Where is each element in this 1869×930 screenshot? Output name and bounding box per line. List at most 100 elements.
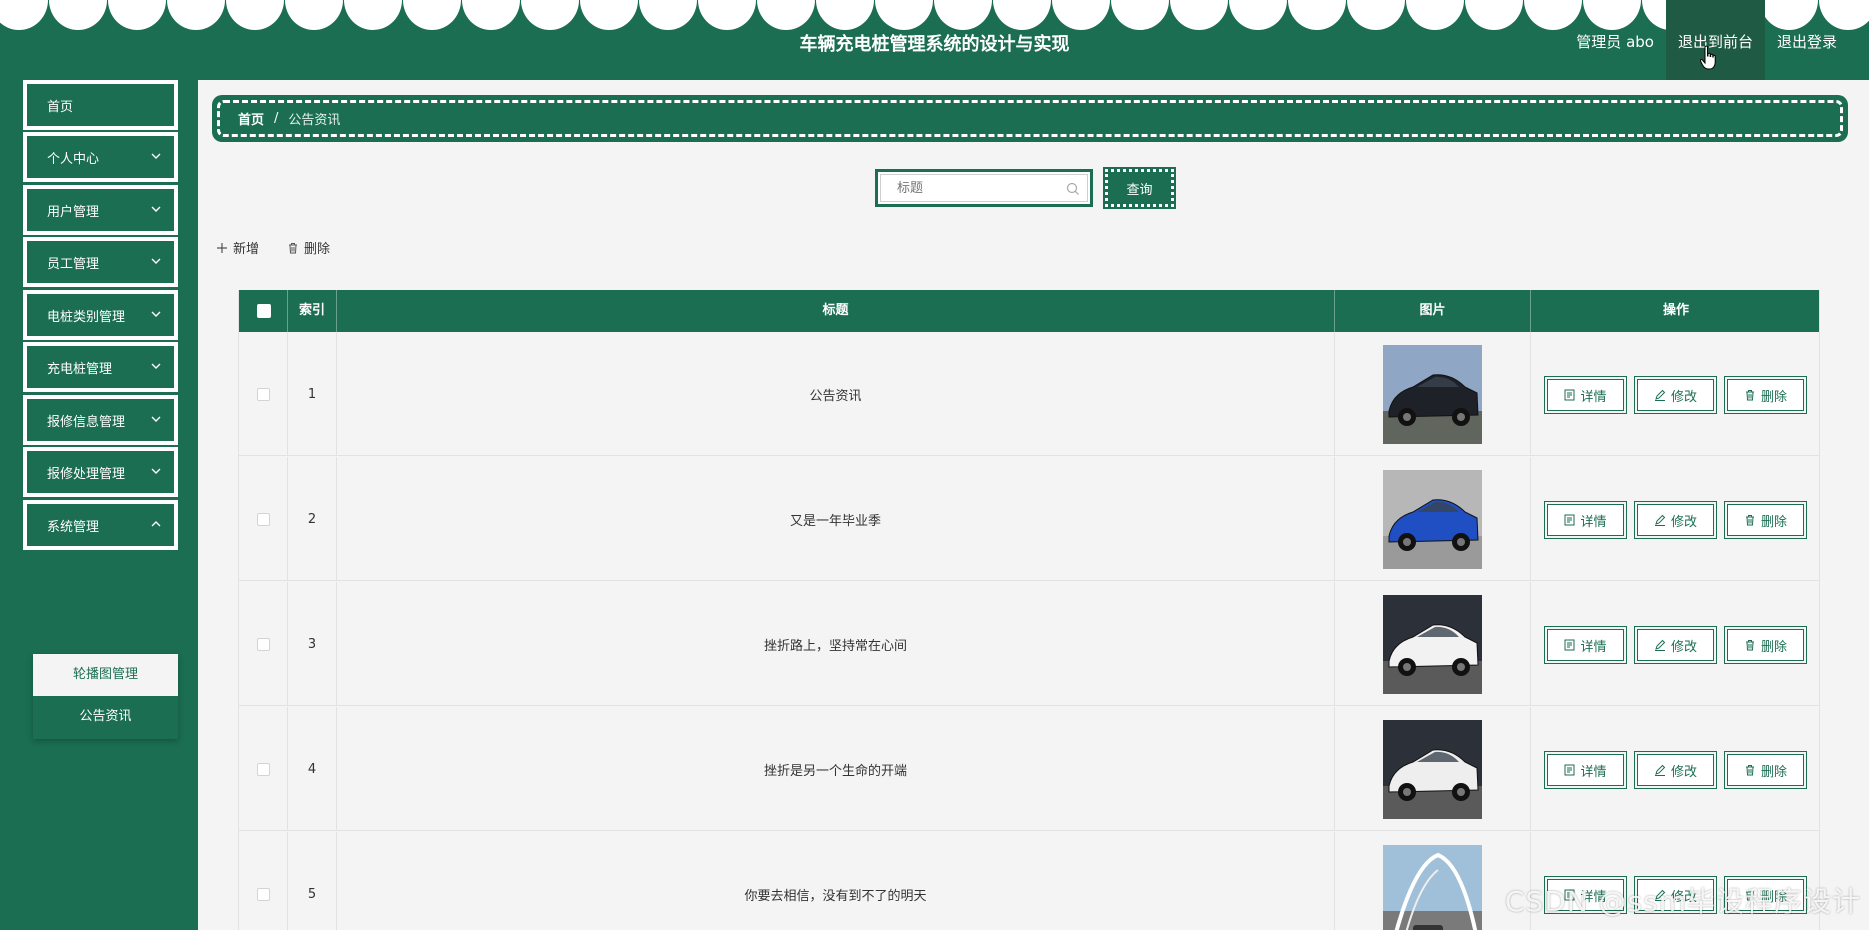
- submenu-item-announcements[interactable]: 公告资讯: [33, 696, 178, 738]
- row-checkbox[interactable]: [256, 887, 270, 901]
- sidebar-item-repair-handling-management[interactable]: 报修处理管理: [23, 447, 178, 497]
- scallop-shape: [167, 0, 225, 30]
- edit-button-label: 修改: [1670, 639, 1697, 655]
- row-thumbnail-image[interactable]: [1383, 594, 1482, 694]
- sidebar-item-repair-info-management[interactable]: 报修信息管理: [23, 395, 178, 445]
- row-checkbox[interactable]: [256, 637, 270, 651]
- select-all-checkbox[interactable]: [257, 304, 271, 318]
- sidebar-item-label: 用户管理: [47, 204, 100, 220]
- row-image-cell: [1335, 707, 1531, 831]
- hand-cursor-icon: [1700, 45, 1716, 70]
- delete-button[interactable]: 删除: [1724, 501, 1807, 539]
- document-icon: [1564, 514, 1575, 526]
- sidebar-item-personal-center[interactable]: 个人中心: [23, 132, 178, 182]
- row-select-cell: [239, 582, 288, 706]
- edit-button-label: 修改: [1670, 389, 1697, 405]
- batch-delete-button[interactable]: 删除: [287, 238, 330, 257]
- add-button-label: 新增: [233, 242, 260, 257]
- row-thumbnail-image[interactable]: [1383, 844, 1482, 930]
- edit-pencil-icon: [1654, 389, 1666, 401]
- row-image-cell: [1335, 582, 1531, 706]
- row-title: 又是一年毕业季: [337, 457, 1335, 581]
- row-thumbnail-image[interactable]: [1383, 469, 1482, 569]
- row-title: 公告资讯: [337, 332, 1335, 456]
- scallop-shape: [934, 0, 992, 30]
- search-input[interactable]: [880, 174, 1088, 202]
- row-index: 3: [288, 582, 337, 706]
- batch-delete-label: 删除: [304, 242, 331, 257]
- row-checkbox[interactable]: [256, 762, 270, 776]
- sidebar-item-label: 充电桩管理: [47, 361, 113, 377]
- table-row: 4 挫折是另一个生命的开端 详情 修改 删除: [239, 707, 1819, 831]
- scallop-shape: [816, 0, 874, 30]
- detail-button[interactable]: 详情: [1544, 501, 1627, 539]
- chevron-down-icon: [151, 416, 161, 422]
- scallop-shape: [1229, 0, 1287, 30]
- row-checkbox[interactable]: [256, 512, 270, 526]
- row-thumbnail-image[interactable]: [1383, 719, 1482, 819]
- scallop-shape: [521, 0, 579, 30]
- sidebar-item-charging-pile-management[interactable]: 充电桩管理: [23, 342, 178, 392]
- detail-button[interactable]: 详情: [1544, 376, 1627, 414]
- row-select-cell: [239, 832, 288, 930]
- sidebar-item-user-management[interactable]: 用户管理: [23, 185, 178, 235]
- detail-button[interactable]: 详情: [1544, 626, 1627, 664]
- scallop-shape: [226, 0, 284, 30]
- chevron-down-icon: [151, 468, 161, 474]
- edit-button[interactable]: 修改: [1634, 751, 1717, 789]
- row-thumbnail-image[interactable]: [1383, 344, 1482, 444]
- delete-button[interactable]: 删除: [1724, 751, 1807, 789]
- row-index: 5: [288, 832, 337, 930]
- row-index: 2: [288, 457, 337, 581]
- delete-button[interactable]: 删除: [1724, 376, 1807, 414]
- scallop-shape: [698, 0, 756, 30]
- detail-button-label: 详情: [1580, 639, 1607, 655]
- row-operations: 详情 修改 删除: [1531, 332, 1819, 456]
- logout-link[interactable]: 退出登录: [1765, 0, 1849, 80]
- document-icon: [1564, 764, 1575, 776]
- main-content: 首页 / 公告资讯 查询 新增 删除 索引 标题 图片 操作 1公告资讯详情修改…: [198, 80, 1869, 930]
- edit-button[interactable]: 修改: [1634, 501, 1717, 539]
- delete-button[interactable]: 删除: [1724, 626, 1807, 664]
- header-title: 标题: [337, 290, 1335, 332]
- row-checkbox[interactable]: [256, 387, 270, 401]
- row-select-cell: [239, 707, 288, 831]
- scallop-shape: [1406, 0, 1464, 30]
- breadcrumb-separator: /: [274, 111, 279, 126]
- scallop-shape: [462, 0, 520, 30]
- submenu-item-carousel-management[interactable]: 轮播图管理: [33, 654, 178, 696]
- edit-pencil-icon: [1654, 514, 1666, 526]
- chevron-up-icon: [151, 521, 161, 527]
- sidebar-item-pile-category-management[interactable]: 电桩类别管理: [23, 290, 178, 340]
- scallop-shape: [1111, 0, 1169, 30]
- watermark: CSDN @ssm毕设程序设计: [1504, 885, 1861, 918]
- query-button[interactable]: 查询: [1103, 167, 1176, 209]
- edit-button[interactable]: 修改: [1634, 376, 1717, 414]
- edit-pencil-icon: [1654, 764, 1666, 776]
- edit-button[interactable]: 修改: [1634, 626, 1717, 664]
- breadcrumb-home[interactable]: 首页: [238, 109, 264, 128]
- search-box: [875, 169, 1093, 207]
- add-button[interactable]: 新增: [216, 238, 259, 257]
- announcements-table: 索引 标题 图片 操作 1 公告资讯 详情 修改 删除 2 又是一年毕业季 详情 修改 删除 3 挫折…: [238, 290, 1820, 930]
- delete-button-label: 删除: [1760, 514, 1787, 530]
- sidebar-item-staff-management[interactable]: 员工管理: [23, 237, 178, 287]
- detail-button-label: 详情: [1580, 764, 1607, 780]
- sidebar-item-home[interactable]: 首页: [23, 80, 178, 130]
- breadcrumb-current: 公告资讯: [288, 113, 341, 128]
- delete-button-label: 删除: [1760, 764, 1787, 780]
- sidebar-item-label: 系统管理: [47, 519, 100, 535]
- trash-icon: [1745, 765, 1754, 776]
- detail-button-label: 详情: [1580, 514, 1607, 530]
- chevron-down-icon: [151, 206, 161, 212]
- current-user: 管理员 abo: [1576, 33, 1654, 51]
- detail-button[interactable]: 详情: [1544, 751, 1627, 789]
- trash-icon: [1745, 515, 1754, 526]
- edit-button-label: 修改: [1670, 514, 1697, 530]
- row-select-cell: [239, 457, 288, 581]
- table-row: 3 挫折路上，坚持常在心间 详情 修改 删除: [239, 582, 1819, 706]
- chevron-down-icon: [151, 363, 161, 369]
- sidebar-item-system-management[interactable]: 系统管理: [23, 500, 178, 550]
- row-operations: 详情 修改 删除: [1531, 707, 1819, 831]
- row-index: 1: [288, 332, 337, 456]
